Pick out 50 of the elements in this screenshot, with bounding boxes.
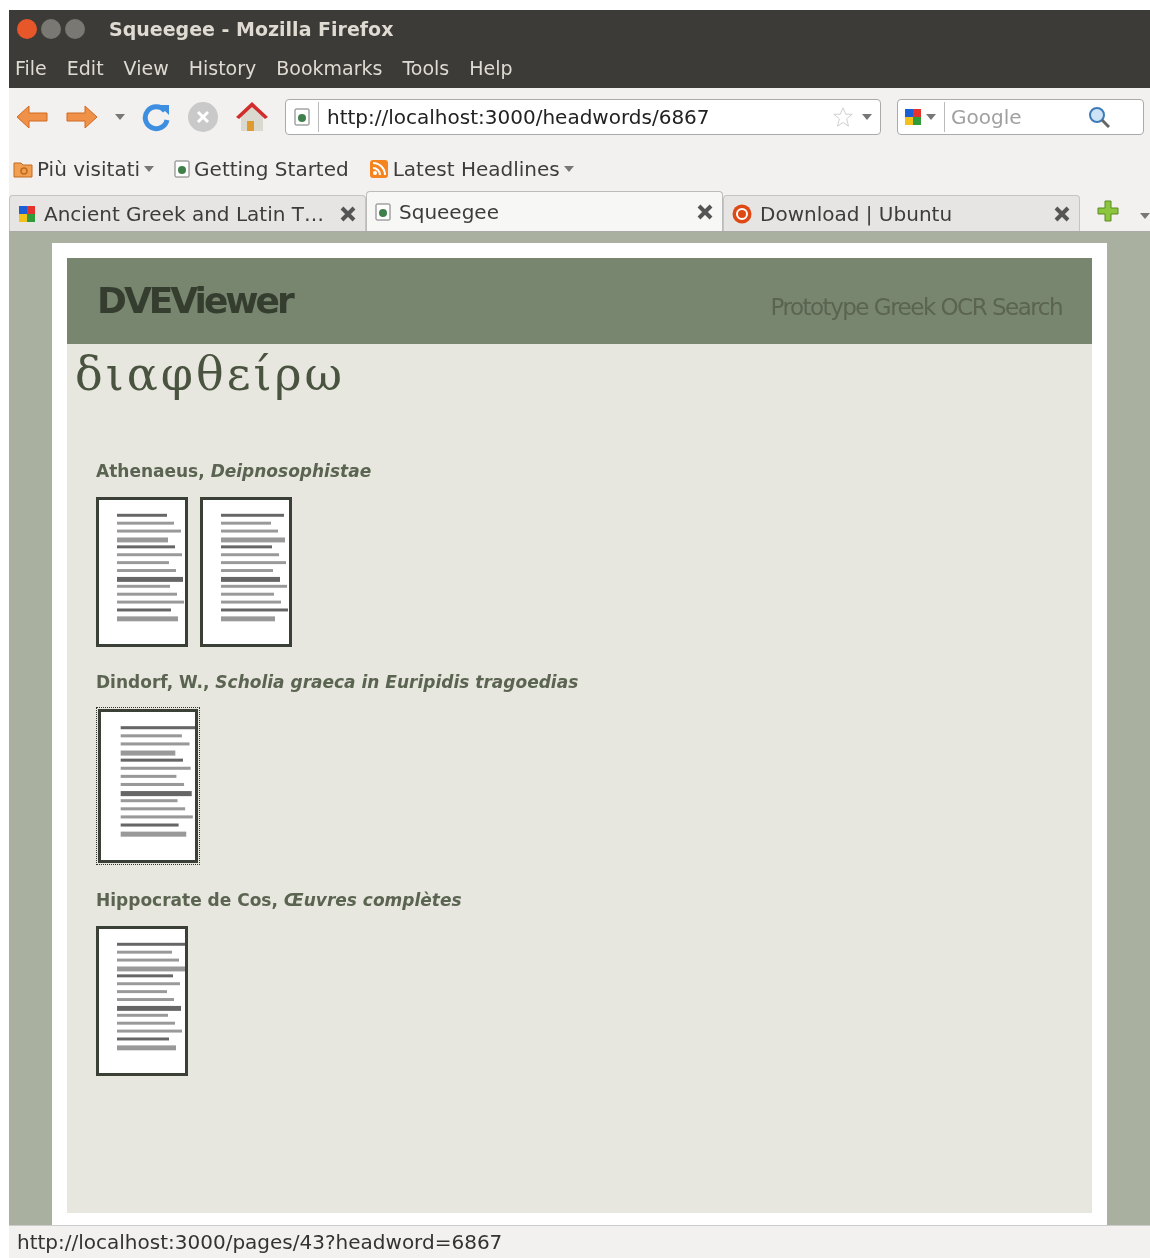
url-text: http://localhost:3000/headwords/6867 <box>318 101 824 132</box>
ubuntu-icon <box>732 203 752 224</box>
caret-icon <box>1140 213 1150 219</box>
search-field[interactable]: Google <box>897 98 1144 135</box>
page-icon <box>375 202 391 221</box>
caret-icon <box>115 113 125 120</box>
star-icon[interactable] <box>832 105 854 128</box>
close-icon[interactable] <box>1053 204 1071 223</box>
browser-tab[interactable]: Download | Ubuntu <box>723 195 1080 231</box>
feed-icon <box>368 158 389 179</box>
close-icon[interactable] <box>339 204 357 223</box>
page-icon <box>294 107 310 126</box>
forward-arrow-icon[interactable] <box>65 102 99 131</box>
caret-icon <box>926 113 936 120</box>
status-url: http://localhost:3000/pages/43?headword=6867 <box>17 1229 503 1256</box>
work-citation: Athenaeus, Deipnosophistae <box>96 460 373 483</box>
work-citation: Dindorf, W., Scholia graeca in Euripidis tragoedias <box>96 670 580 694</box>
address-field[interactable]: http://localhost:3000/headwords/6867 <box>285 98 881 135</box>
headword-title: διαφθείρω <box>74 346 347 403</box>
menu-item[interactable]: View <box>123 53 169 83</box>
caret-icon <box>862 113 872 120</box>
maximize-icon[interactable] <box>65 19 85 39</box>
bookmark-item[interactable]: Latest Headlines <box>368 153 574 184</box>
page-icon <box>174 159 191 178</box>
search-icon[interactable] <box>1088 105 1110 128</box>
minimize-icon[interactable] <box>41 19 61 39</box>
menu-item[interactable]: File <box>15 53 47 83</box>
bookmark-item[interactable]: Più visitati <box>13 153 155 184</box>
window-title: Squeegee - Mozilla Firefox <box>109 16 394 42</box>
caret-icon <box>144 165 155 172</box>
google-icon <box>904 107 922 126</box>
menu-item[interactable]: Edit <box>66 53 104 83</box>
close-icon[interactable] <box>17 19 37 39</box>
folder-icon <box>13 159 33 178</box>
browser-tab[interactable]: Squeegee <box>366 191 723 231</box>
menu-item[interactable]: Tools <box>402 53 450 83</box>
menu-item[interactable]: Bookmarks <box>276 53 383 83</box>
home-icon[interactable] <box>235 100 269 133</box>
bookmark-item[interactable]: Getting Started <box>174 153 349 184</box>
work-citation: Hippocrate de Cos, Œuvres complètes <box>96 889 463 912</box>
caret-icon <box>563 165 574 172</box>
reload-icon[interactable] <box>141 101 171 132</box>
google-icon <box>18 204 36 223</box>
search-input[interactable]: Google <box>944 101 1084 132</box>
close-icon[interactable] <box>696 202 714 221</box>
back-arrow-icon[interactable] <box>15 102 49 131</box>
menu-item[interactable]: Help <box>469 53 513 83</box>
menu-item[interactable]: History <box>188 53 257 83</box>
browser-tab[interactable]: Ancient Greek and Latin T… <box>9 195 366 231</box>
plus-icon[interactable] <box>1096 199 1120 223</box>
